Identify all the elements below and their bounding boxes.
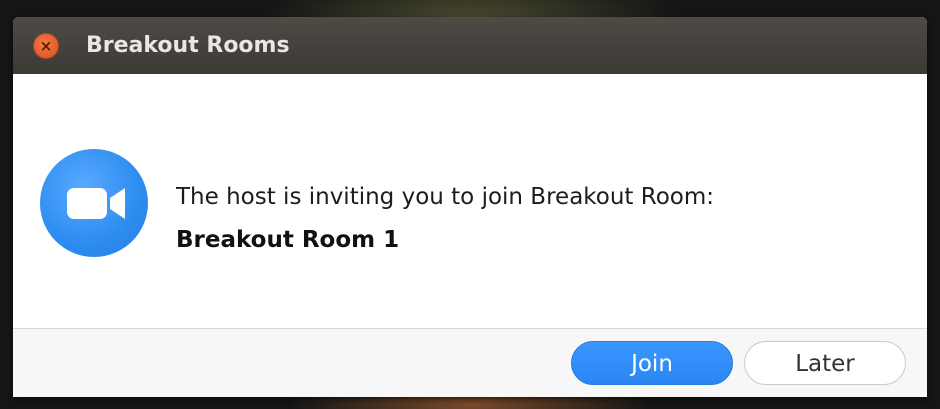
room-name: Breakout Room 1 xyxy=(176,227,400,253)
join-button[interactable]: Join xyxy=(571,341,733,385)
later-button[interactable]: Later xyxy=(744,341,906,385)
invitation-message: The host is inviting you to join Breakou… xyxy=(176,184,715,210)
close-icon[interactable]: × xyxy=(33,33,59,59)
dialog-footer: Join Later xyxy=(13,328,927,397)
title-bar: × Breakout Rooms xyxy=(13,17,927,74)
dialog-content: The host is inviting you to join Breakou… xyxy=(13,74,927,328)
breakout-rooms-dialog: × Breakout Rooms The host is inviting yo… xyxy=(13,17,927,397)
window-title: Breakout Rooms xyxy=(86,33,290,58)
video-camera-icon xyxy=(40,149,148,257)
